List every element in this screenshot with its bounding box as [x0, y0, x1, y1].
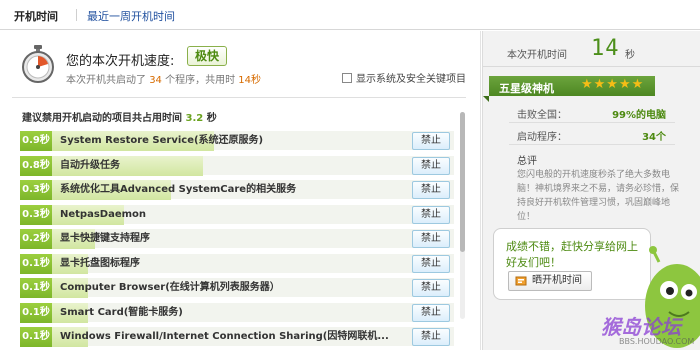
- item-name: 系统优化工具Advanced SystemCare的相关服务: [60, 184, 297, 195]
- time-used: 14秒: [238, 75, 262, 86]
- rank-label: 五星级神机: [499, 82, 554, 95]
- program-count: 34: [149, 75, 162, 86]
- item-name: System Restore Service(系统还原服务): [60, 135, 264, 146]
- suggest-summary: 建议禁用开机启动的项目共占用时间 3.2 秒: [22, 109, 217, 124]
- boot-time-value: 14: [591, 36, 620, 61]
- item-name: 显卡快捷键支持程序: [60, 233, 150, 244]
- scrollbar-thumb[interactable]: [460, 112, 465, 252]
- item-seconds: 0.1秒: [20, 302, 52, 323]
- comment-title: 总评: [517, 156, 537, 167]
- side-divider: [483, 66, 700, 67]
- stopwatch-icon: [22, 45, 54, 83]
- startup-item-row: 0.1秒 Computer Browser(在线计算机列表服务器） 禁止: [20, 277, 454, 298]
- item-seconds: 0.1秒: [20, 278, 52, 298]
- item-name: Smart Card(智能卡服务): [60, 306, 183, 318]
- tab-recent-week[interactable]: 最近一周开机时间: [87, 8, 175, 24]
- disable-button[interactable]: 禁止: [412, 156, 450, 175]
- startup-item-row: 0.9秒 System Restore Service(系统还原服务) 禁止: [20, 130, 454, 151]
- startup-item-row: 0.2秒 显卡快捷键支持程序 禁止: [20, 228, 454, 249]
- startup-info: 本次开机共启动了 34 个程序，共用时 14秒: [66, 71, 261, 86]
- item-seconds: 0.1秒: [20, 253, 52, 274]
- speed-title: 您的本次开机速度:: [66, 54, 175, 69]
- startup-item-list: 0.9秒 System Restore Service(系统还原服务) 禁止 0.8秒…: [20, 130, 454, 351]
- stat-divider: [509, 122, 675, 123]
- disable-button[interactable]: 禁止: [412, 303, 450, 322]
- startup-item-row: 0.1秒 显卡托盘图标程序 禁止: [20, 252, 454, 274]
- disable-button[interactable]: 禁止: [412, 328, 450, 346]
- boot-time-unit: 秒: [625, 50, 635, 61]
- suggest-value: 3.2: [185, 113, 204, 124]
- item-seconds: 0.8秒: [20, 155, 52, 176]
- main-panel: 您的本次开机速度: 极快 本次开机共启动了 34 个程序，共用时 14秒 显示系…: [0, 31, 481, 350]
- side-panel: 本次开机时间 14 秒 五星级神机 ★★★★★ 击败全国： 99%的电脑 启动程…: [482, 31, 700, 350]
- boot-time-label: 本次开机时间: [507, 50, 567, 61]
- watermark-url: BBS.HOUDAO.COM: [619, 337, 695, 346]
- startup-item-row: 0.1秒 Windows Firewall/Internet Connection…: [20, 326, 454, 347]
- item-seconds: 0.9秒: [20, 131, 52, 151]
- disable-button[interactable]: 禁止: [412, 132, 450, 150]
- item-seconds: 0.1秒: [20, 327, 52, 347]
- divider: [12, 97, 466, 98]
- comment-text: 您闪电般的开机速度秒杀了绝大多数电脑！神机境界来之不易，请务必珍惜，保持良好开机…: [517, 170, 680, 222]
- rank-stars-icon: ★★★★★: [581, 77, 645, 92]
- disable-button[interactable]: 禁止: [412, 230, 450, 248]
- item-name: NetpasDaemon: [60, 208, 147, 220]
- checkbox-label: 显示系统及安全关键项目: [356, 74, 466, 85]
- disable-button[interactable]: 禁止: [412, 181, 450, 199]
- speed-badge: 极快: [187, 46, 227, 66]
- watermark-logo: 猴岛论坛: [601, 315, 681, 339]
- beat-value: 99%的电脑: [612, 110, 666, 121]
- item-seconds: 0.3秒: [20, 180, 52, 200]
- disable-button[interactable]: 禁止: [412, 254, 450, 273]
- checkbox-box[interactable]: [342, 73, 352, 83]
- disable-button[interactable]: 禁止: [412, 205, 450, 224]
- startup-item-row: 0.1秒 Smart Card(智能卡服务) 禁止: [20, 301, 454, 323]
- beat-label: 击败全国：: [517, 110, 567, 121]
- share-button-label: 晒开机时间: [532, 275, 582, 286]
- share-boot-time-button[interactable]: 晒开机时间: [508, 271, 592, 291]
- disable-button[interactable]: 禁止: [412, 279, 450, 297]
- show-system-items-checkbox[interactable]: 显示系统及安全关键项目: [342, 70, 466, 85]
- startup-item-row: 0.3秒 NetpasDaemon 禁止: [20, 203, 454, 225]
- tab-bar: 开机时间 最近一周开机时间: [0, 0, 700, 30]
- startup-item-row: 0.3秒 系统优化工具Advanced SystemCare的相关服务 禁止: [20, 179, 454, 200]
- startup-label: 启动程序：: [517, 132, 567, 143]
- item-seconds: 0.3秒: [20, 204, 52, 225]
- item-name: Windows Firewall/Internet Connection Sha…: [60, 331, 389, 342]
- suggest-label: 建议禁用开机启动的项目共占用时间: [22, 113, 182, 124]
- share-icon: [515, 276, 527, 286]
- item-name: 自动升级任务: [60, 159, 120, 171]
- item-name: 显卡托盘图标程序: [60, 257, 140, 269]
- rank-ribbon-fold: [483, 96, 489, 102]
- item-seconds: 0.2秒: [20, 229, 52, 249]
- startup-value: 34个: [642, 132, 666, 143]
- info-prefix: 本次开机共启动了: [66, 75, 146, 86]
- share-bubble: 成绩不错，赶快分享给网上好友们吧！ 晒开机时间: [493, 228, 651, 300]
- info-mid: 个程序，共用时: [165, 75, 236, 86]
- startup-item-row: 0.8秒 自动升级任务 禁止: [20, 154, 454, 176]
- tab-separator: [76, 9, 77, 21]
- bubble-text: 成绩不错，赶快分享给网上好友们吧！: [506, 240, 638, 269]
- tab-boot-time[interactable]: 开机时间: [14, 8, 58, 24]
- stat-divider: [509, 144, 675, 145]
- suggest-unit: 秒: [206, 113, 217, 124]
- item-name: Computer Browser(在线计算机列表服务器）: [60, 282, 280, 293]
